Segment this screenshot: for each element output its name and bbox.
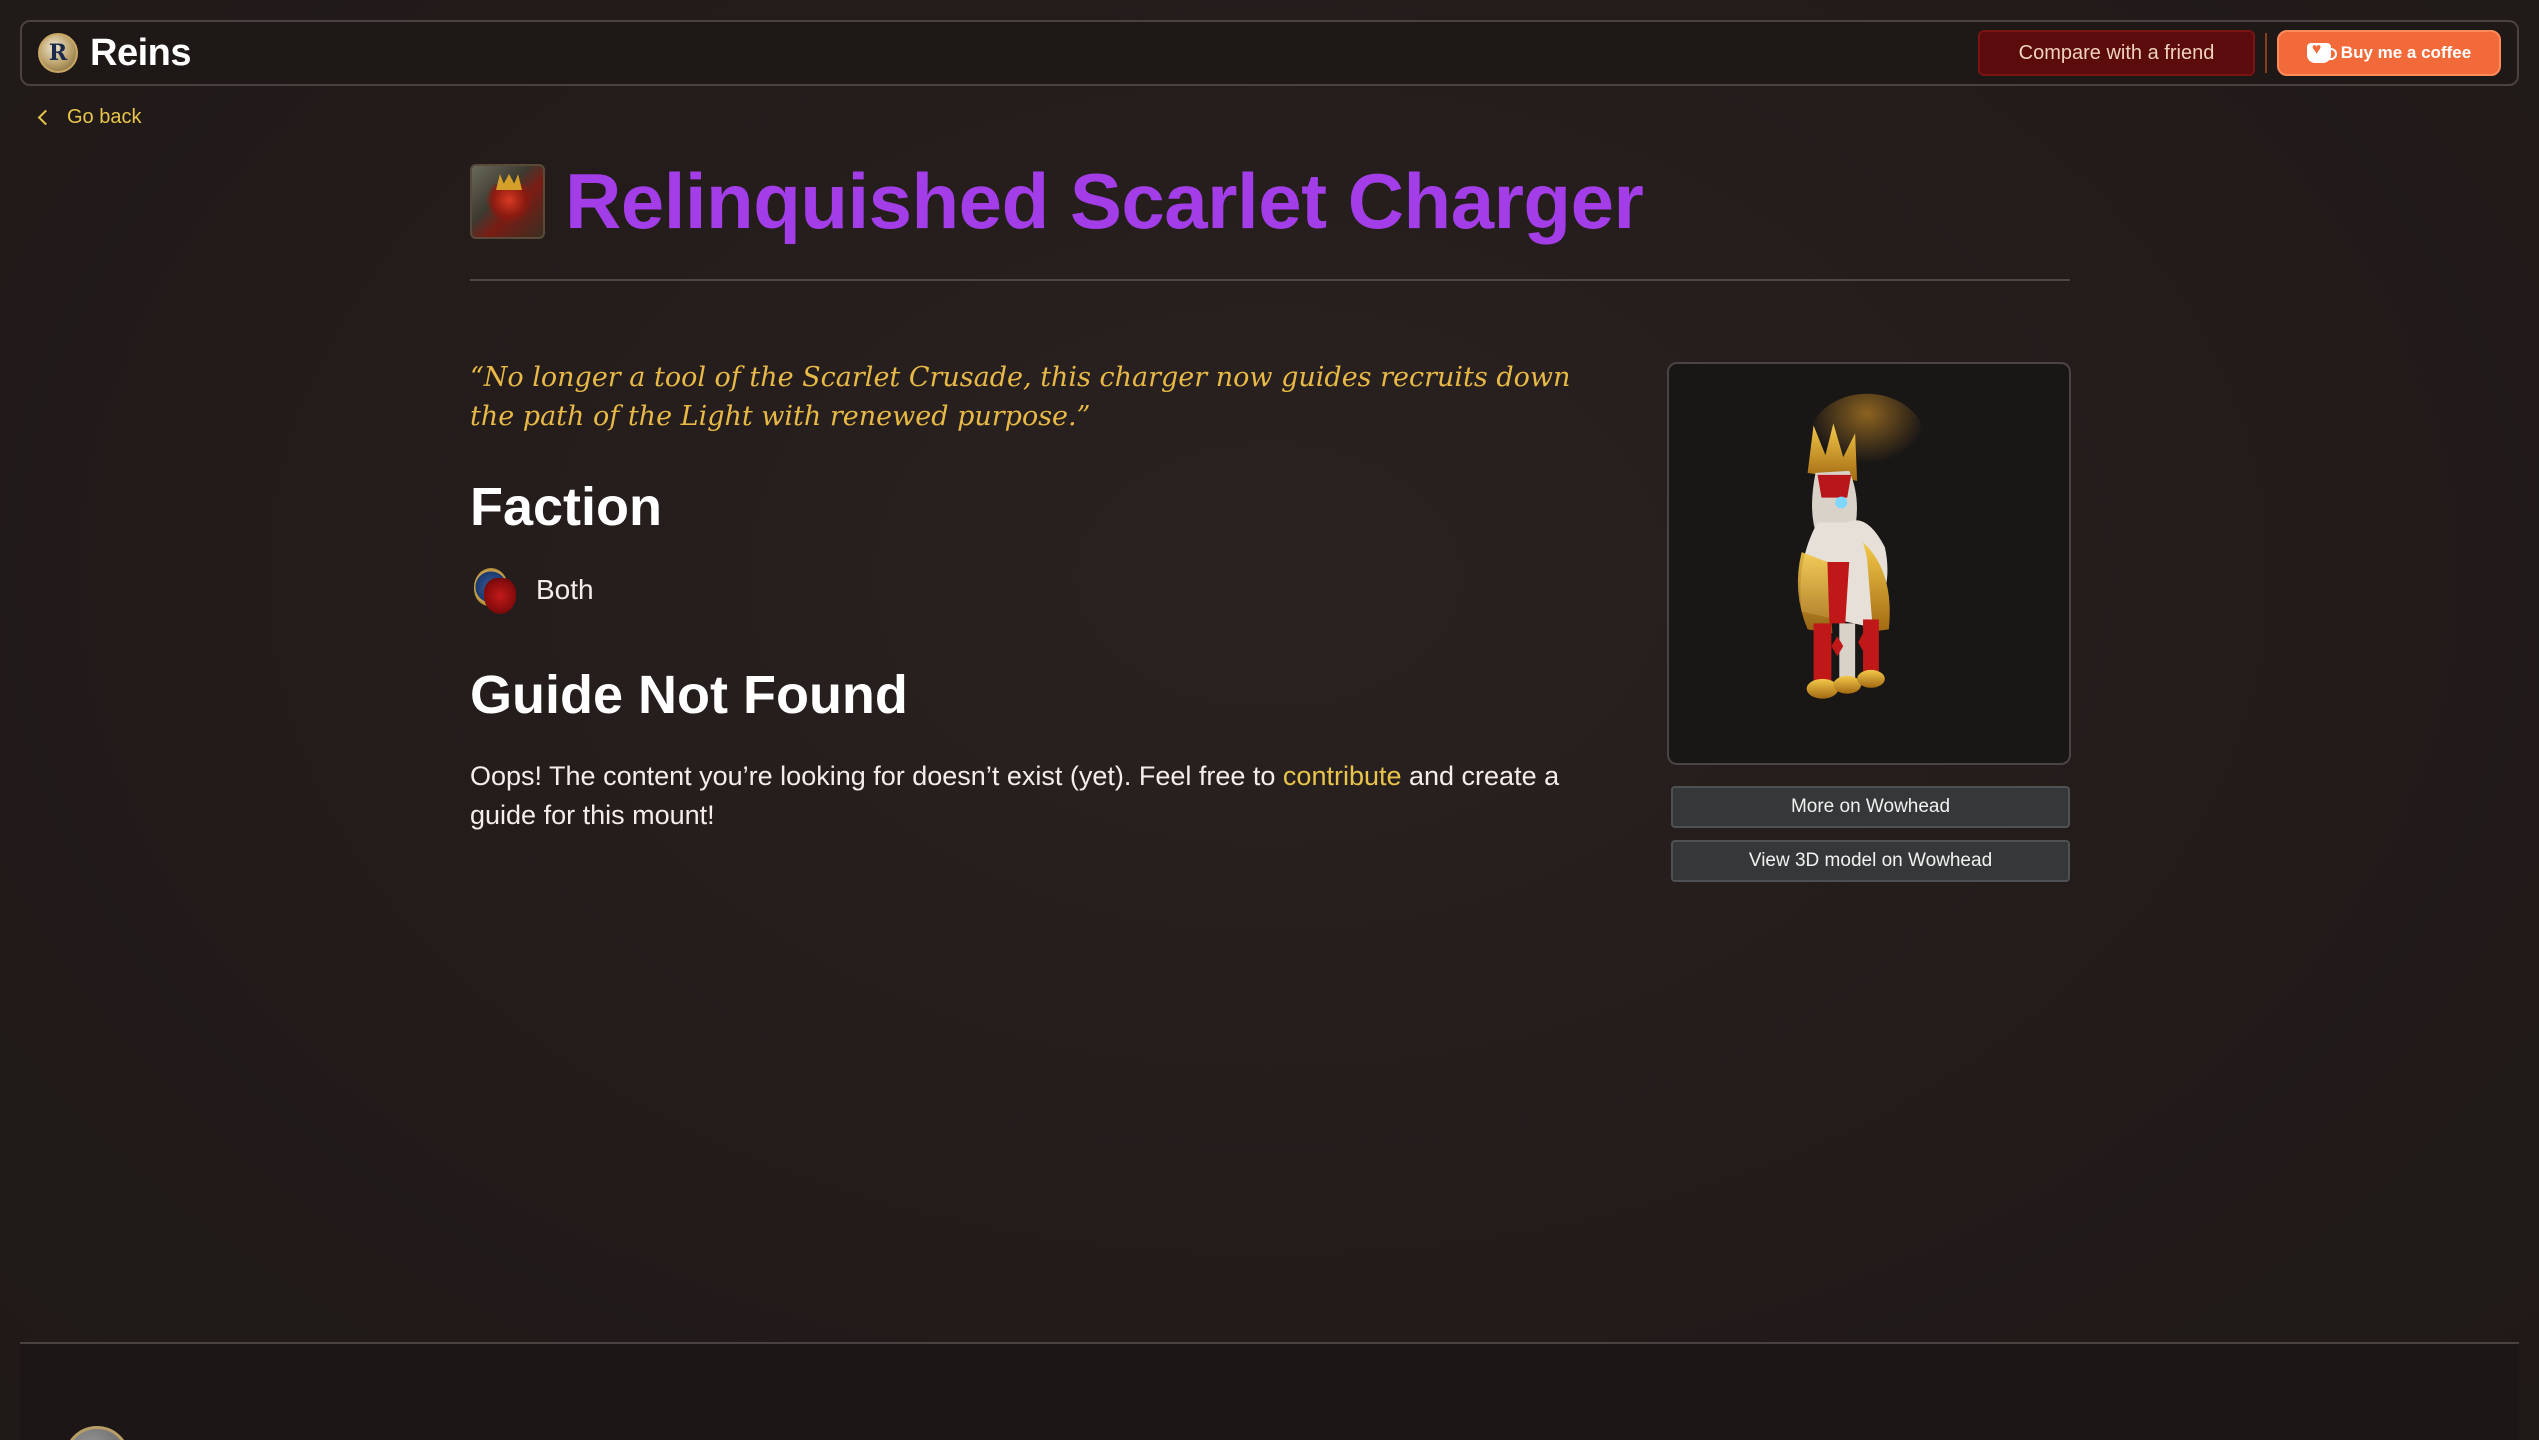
top-navbar: R Reins Compare with a friend Buy me a c… bbox=[20, 20, 2519, 86]
reins-logo-icon: R bbox=[38, 33, 78, 73]
go-back-label: Go back bbox=[67, 106, 142, 128]
coffee-label: Buy me a coffee bbox=[2340, 43, 2472, 62]
header-actions: Compare with a friend Buy me a coffee bbox=[1978, 30, 2501, 76]
compare-with-friend-button[interactable]: Compare with a friend bbox=[1978, 30, 2255, 76]
more-on-wowhead-button[interactable]: More on Wowhead bbox=[1671, 786, 2070, 828]
mount-header: Relinquished Scarlet Charger bbox=[470, 156, 1644, 247]
chevron-left-icon bbox=[37, 109, 54, 126]
logo-letter: R bbox=[48, 40, 68, 66]
mount-portrait-icon bbox=[470, 164, 545, 239]
mount-model-image bbox=[1797, 393, 1927, 699]
coffee-cup-icon bbox=[2306, 41, 2337, 63]
header-divider bbox=[2265, 33, 2267, 73]
faction-value: Both bbox=[536, 574, 594, 605]
page-title: Relinquished Scarlet Charger bbox=[565, 157, 1644, 245]
contribute-link[interactable]: contribute bbox=[1283, 761, 1402, 791]
mount-quote: “No longer a tool of the Scarlet Crusade… bbox=[470, 362, 1571, 432]
buy-me-a-coffee-button[interactable]: Buy me a coffee bbox=[2277, 30, 2501, 76]
guide-heading: Guide Not Found bbox=[470, 665, 908, 725]
title-divider bbox=[470, 279, 2070, 281]
footer-logo-icon bbox=[64, 1426, 130, 1440]
app-name: Reins bbox=[90, 31, 191, 74]
logo-link[interactable]: R Reins bbox=[38, 32, 191, 75]
faction-heading: Faction bbox=[470, 477, 663, 537]
footer bbox=[20, 1342, 2519, 1440]
guide-message: Oops! The content you’re looking for doe… bbox=[470, 757, 1590, 835]
go-back-link[interactable]: Go back bbox=[37, 106, 142, 129]
view-3d-model-button[interactable]: View 3D model on Wowhead bbox=[1671, 840, 2070, 882]
guide-text-before: Oops! The content you’re looking for doe… bbox=[470, 761, 1283, 791]
alliance-horde-icon bbox=[472, 566, 518, 614]
faction-row: Both bbox=[472, 566, 594, 614]
mount-preview-image bbox=[1667, 362, 2071, 765]
